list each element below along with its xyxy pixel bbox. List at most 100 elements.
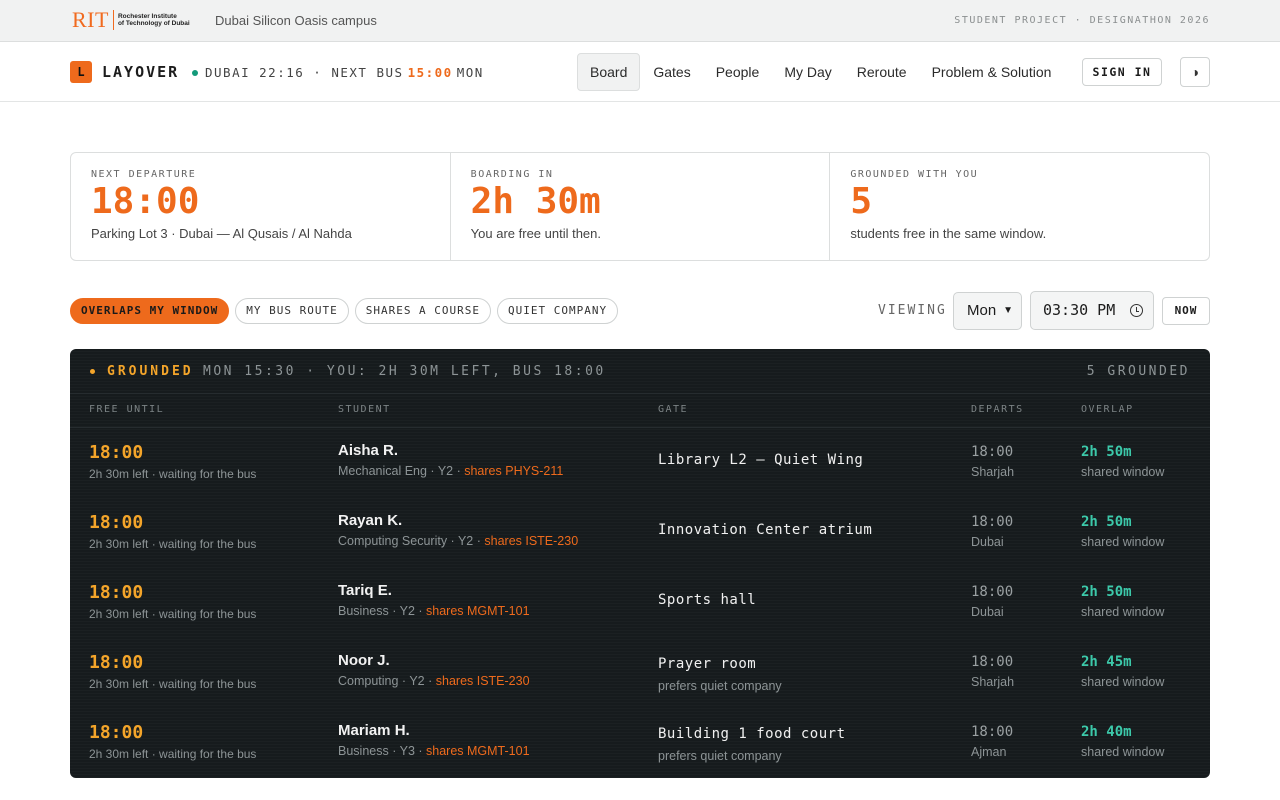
student-name[interactable]: Tariq E.	[338, 582, 392, 599]
clock-day: MON	[456, 65, 484, 80]
grounded-board: GROUNDED MON 15:30 · YOU: 2H 30M LEFT, B…	[70, 349, 1210, 778]
stat-value: 18:00	[91, 181, 200, 222]
departure-time: 18:00	[971, 584, 1014, 600]
day-select-value: Mon	[967, 302, 997, 319]
free-until-time: 18:00	[89, 722, 144, 743]
tab-reroute[interactable]: Reroute	[845, 53, 919, 91]
status-dot-icon	[90, 369, 95, 374]
board-header: GROUNDED MON 15:30 · YOU: 2H 30M LEFT, B…	[70, 349, 1210, 394]
viewing-label: VIEWING	[878, 303, 947, 318]
table-row[interactable]: 18:00 2h 30m left · waiting for the bus …	[70, 428, 1210, 498]
clock-icon[interactable]	[1130, 304, 1143, 317]
departure-city: Sharjah	[971, 675, 1015, 689]
col-student: STUDENT	[338, 404, 391, 415]
filter-overlaps-my-window[interactable]: OVERLAPS MY WINDOW	[70, 298, 230, 324]
live-clock: DUBAI 22:16 · NEXT BUS 15:00 MON	[192, 65, 484, 80]
departure-city: Dubai	[971, 605, 1004, 619]
now-button[interactable]: NOW	[1162, 297, 1210, 325]
gate-name: Innovation Center atrium	[658, 522, 873, 538]
overlap-label: shared window	[1081, 605, 1165, 619]
stat-sub: students free in the same window.	[850, 226, 1047, 241]
filter-my-bus-route[interactable]: MY BUS ROUTE	[235, 298, 349, 324]
overlap-duration: 2h 50m	[1081, 584, 1132, 600]
overlap-label: shared window	[1081, 535, 1165, 549]
rit-logo-text: Rochester Institute of Technology of Dub…	[118, 13, 190, 28]
board-title: GROUNDED	[107, 364, 194, 379]
shared-course: shares MGMT-101	[426, 744, 530, 758]
stat-value: 5	[850, 181, 873, 222]
student-name[interactable]: Rayan K.	[338, 512, 402, 529]
tab-problem-solution[interactable]: Problem & Solution	[920, 53, 1064, 91]
departure-city: Sharjah	[971, 465, 1015, 479]
gate-note: prefers quiet company	[658, 679, 782, 693]
tab-board[interactable]: Board	[577, 53, 641, 91]
gate-name: Library L2 — Quiet Wing	[658, 452, 864, 468]
filter-shares-a-course[interactable]: SHARES A COURSE	[354, 298, 492, 324]
brand-name[interactable]: LAYOVER	[102, 63, 179, 81]
overlap-duration: 2h 50m	[1081, 444, 1132, 460]
student-meta: Computing · Y2 · shares ISTE-230	[338, 674, 530, 688]
filter-chips: OVERLAPS MY WINDOW MY BUS ROUTE SHARES A…	[70, 298, 624, 324]
tab-gates[interactable]: Gates	[641, 53, 702, 91]
student-name[interactable]: Noor J.	[338, 652, 390, 669]
departure-city: Ajman	[971, 745, 1007, 759]
stat-value: 2h 30m	[470, 181, 601, 222]
overlap-duration: 2h 40m	[1081, 724, 1132, 740]
rit-logo[interactable]: RIT Rochester Institute of Technology of…	[72, 9, 190, 31]
departure-time: 18:00	[971, 514, 1014, 530]
table-row[interactable]: 18:00 2h 30m left · waiting for the bus …	[70, 638, 1210, 708]
gate-name: Building 1 food court	[658, 726, 846, 742]
table-row[interactable]: 18:00 2h 30m left · waiting for the bus …	[70, 568, 1210, 638]
student-meta: Mechanical Eng · Y2 · shares PHYS-211	[338, 464, 563, 478]
table-row[interactable]: 18:00 2h 30m left · waiting for the bus …	[70, 498, 1210, 568]
day-select[interactable]: Mon ▼	[953, 292, 1022, 330]
overlap-label: shared window	[1081, 745, 1165, 759]
student-meta: Business · Y3 · shares MGMT-101	[338, 744, 530, 758]
time-input-value: 03:30 PM	[1043, 301, 1116, 319]
stat-grounded-with-you: GROUNDED WITH YOU 5 students free in the…	[830, 153, 1209, 260]
sign-in-button[interactable]: SIGN IN	[1082, 58, 1162, 86]
table-row[interactable]: 18:00 2h 30m left · waiting for the bus …	[70, 708, 1210, 778]
theme-toggle-icon[interactable]: ◑	[1180, 57, 1210, 87]
student-program: Computing Security · Y2 ·	[338, 534, 481, 548]
filter-quiet-company[interactable]: QUIET COMPANY	[497, 298, 619, 324]
student-name[interactable]: Mariam H.	[338, 722, 410, 739]
free-until-time: 18:00	[89, 582, 144, 603]
student-name[interactable]: Aisha R.	[338, 442, 398, 459]
student-program: Business · Y3 ·	[338, 744, 423, 758]
time-left: 2h 30m left · waiting for the bus	[89, 747, 257, 761]
student-program: Mechanical Eng · Y2 ·	[338, 464, 461, 478]
departure-time: 18:00	[971, 654, 1014, 670]
free-until-time: 18:00	[89, 652, 144, 673]
board-columns: FREE UNTIL STUDENT GATE DEPARTS OVERLAP	[70, 394, 1210, 428]
rit-logo-text-line1: Rochester Institute	[117, 12, 177, 20]
brand-logo-icon[interactable]: L	[70, 61, 92, 83]
project-label: STUDENT PROJECT · DESIGNATHON 2026	[954, 15, 1210, 26]
time-left: 2h 30m left · waiting for the bus	[89, 537, 257, 551]
departure-time: 18:00	[971, 724, 1014, 740]
chevron-down-icon: ▼	[1003, 305, 1013, 316]
time-left: 2h 30m left · waiting for the bus	[89, 467, 257, 481]
overlap-duration: 2h 45m	[1081, 654, 1132, 670]
summary-stats: NEXT DEPARTURE 18:00 Parking Lot 3 · Dub…	[70, 152, 1210, 261]
stat-sub: You are free until then.	[470, 226, 602, 241]
shared-course: shares ISTE-230	[484, 534, 579, 548]
tab-my-day[interactable]: My Day	[772, 53, 843, 91]
stat-sub: Parking Lot 3 · Dubai — Al Qusais / Al N…	[91, 226, 352, 241]
nav-tabs: Board Gates People My Day Reroute Proble…	[577, 53, 1064, 91]
departure-time: 18:00	[971, 444, 1014, 460]
shared-course: shares PHYS-211	[464, 464, 564, 478]
student-meta: Computing Security · Y2 · shares ISTE-23…	[338, 534, 578, 548]
main-nav: L LAYOVER DUBAI 22:16 · NEXT BUS 15:00 M…	[0, 42, 1280, 102]
stat-boarding-in: BOARDING IN 2h 30m You are free until th…	[451, 153, 831, 260]
col-overlap: OVERLAP	[1081, 404, 1134, 415]
time-input[interactable]: 03:30 PM	[1030, 291, 1154, 330]
campus-label: Dubai Silicon Oasis campus	[215, 13, 377, 28]
stat-label: NEXT DEPARTURE	[91, 169, 197, 180]
top-strip: RIT Rochester Institute of Technology of…	[0, 0, 1280, 42]
board-count: 5 GROUNDED	[1086, 364, 1190, 379]
time-left: 2h 30m left · waiting for the bus	[89, 677, 257, 691]
overlap-duration: 2h 50m	[1081, 514, 1132, 530]
tab-people[interactable]: People	[704, 53, 772, 91]
board-subtitle: MON 15:30 · YOU: 2H 30M LEFT, BUS 18:00	[203, 364, 606, 379]
